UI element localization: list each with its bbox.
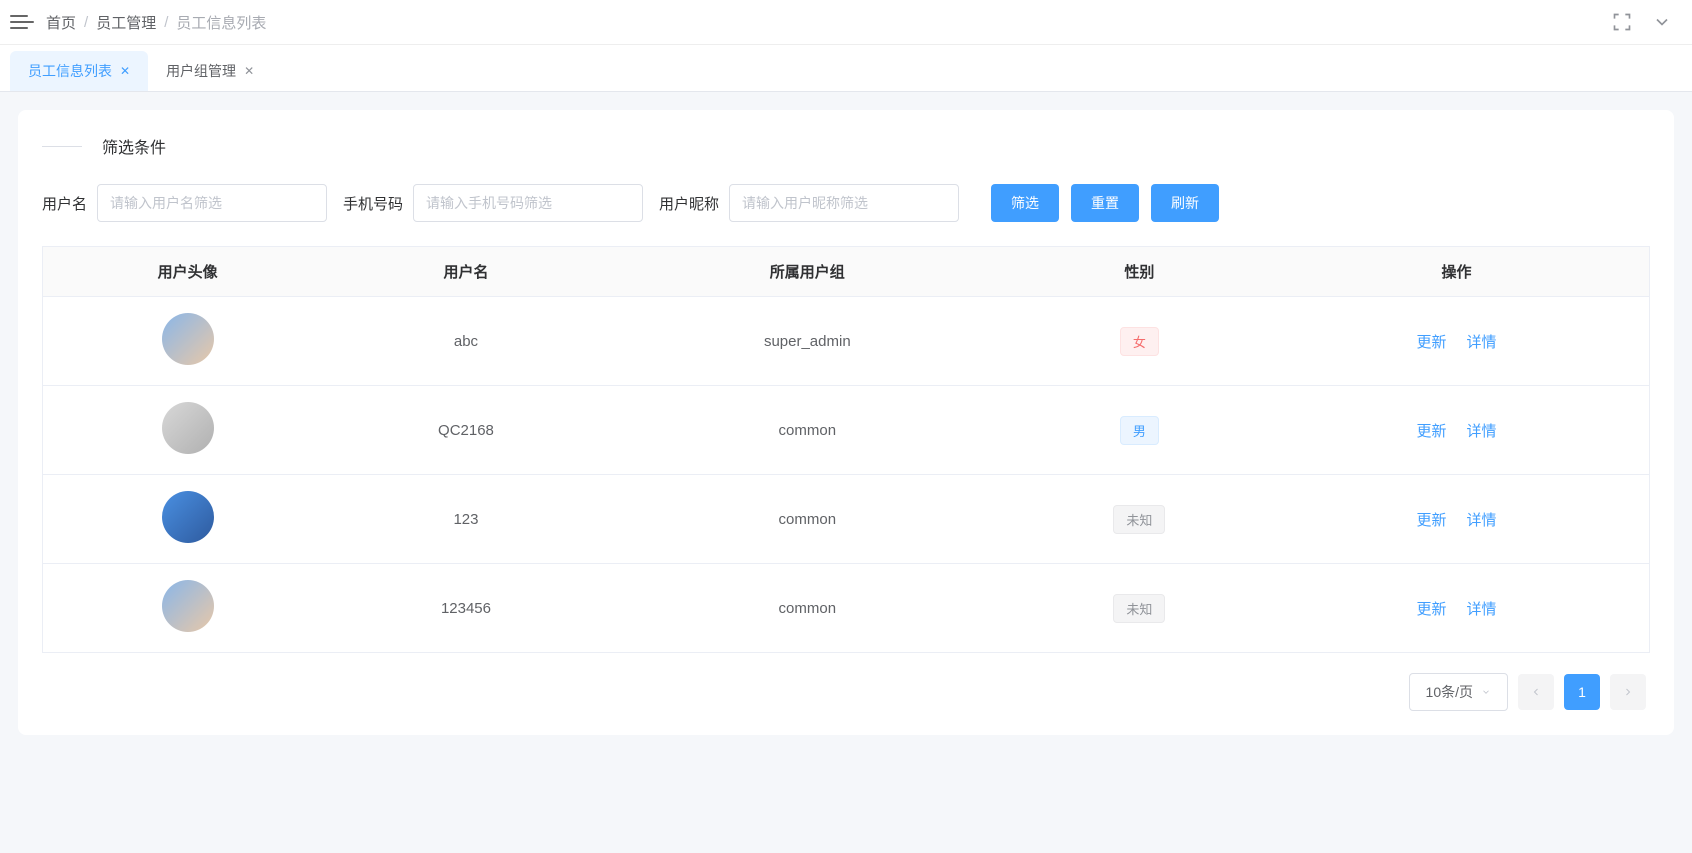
update-link[interactable]: 更新 — [1416, 420, 1446, 441]
update-link[interactable]: 更新 — [1416, 331, 1446, 352]
table-row: QC2168 common 男 更新 详情 — [43, 386, 1650, 475]
section-title: 筛选条件 — [102, 134, 166, 158]
tab-label: 用户组管理 — [166, 61, 236, 81]
close-icon[interactable]: ✕ — [120, 64, 130, 78]
breadcrumb: 首页 / 员工管理 / 员工信息列表 — [46, 12, 266, 33]
phone-input[interactable] — [413, 184, 643, 222]
cell-group: common — [600, 475, 1015, 564]
table-row: 123456 common 未知 更新 详情 — [43, 564, 1650, 653]
next-page-button[interactable] — [1610, 674, 1646, 710]
breadcrumb-home[interactable]: 首页 — [46, 12, 76, 33]
col-group: 所属用户组 — [600, 247, 1015, 297]
cell-username: 123456 — [332, 564, 600, 653]
phone-label: 手机号码 — [343, 193, 403, 214]
gender-tag: 未知 — [1113, 505, 1165, 534]
pagination: 10条/页 1 — [42, 673, 1650, 711]
avatar — [162, 402, 214, 454]
refresh-button[interactable]: 刷新 — [1151, 184, 1219, 222]
col-avatar: 用户头像 — [43, 247, 333, 297]
cell-username: 123 — [332, 475, 600, 564]
header-bar: 首页 / 员工管理 / 员工信息列表 — [0, 0, 1692, 45]
gender-tag: 未知 — [1113, 594, 1165, 623]
table-row: abc super_admin 女 更新 详情 — [43, 297, 1650, 386]
detail-link[interactable]: 详情 — [1466, 598, 1496, 619]
username-input[interactable] — [97, 184, 327, 222]
filter-button[interactable]: 筛选 — [991, 184, 1059, 222]
users-table: 用户头像 用户名 所属用户组 性别 操作 abc super_admin 女 更… — [42, 246, 1650, 653]
breadcrumb-sep: / — [84, 14, 88, 31]
menu-toggle-icon[interactable] — [10, 10, 34, 34]
detail-link[interactable]: 详情 — [1466, 509, 1496, 530]
cell-group: common — [600, 564, 1015, 653]
page-number-button[interactable]: 1 — [1564, 674, 1600, 710]
breadcrumb-sep: / — [164, 14, 168, 31]
gender-tag: 男 — [1120, 416, 1159, 445]
nickname-label: 用户昵称 — [659, 193, 719, 214]
detail-link[interactable]: 详情 — [1466, 420, 1496, 441]
content-panel: 筛选条件 用户名 手机号码 用户昵称 筛选 重置 刷新 用户头像 用户名 所属用… — [18, 110, 1674, 735]
cell-username: abc — [332, 297, 600, 386]
username-label: 用户名 — [42, 193, 87, 214]
breadcrumb-section[interactable]: 员工管理 — [96, 12, 156, 33]
update-link[interactable]: 更新 — [1416, 509, 1446, 530]
chevron-down-icon[interactable] — [1652, 12, 1672, 32]
table-row: 123 common 未知 更新 详情 — [43, 475, 1650, 564]
col-username: 用户名 — [332, 247, 600, 297]
avatar — [162, 491, 214, 543]
prev-page-button[interactable] — [1518, 674, 1554, 710]
tab-user-group[interactable]: 用户组管理 ✕ — [148, 51, 272, 91]
section-header: 筛选条件 — [42, 134, 1650, 158]
page-size-label: 10条/页 — [1426, 682, 1473, 702]
tabs-bar: 员工信息列表 ✕ 用户组管理 ✕ — [0, 45, 1692, 92]
detail-link[interactable]: 详情 — [1466, 331, 1496, 352]
avatar — [162, 313, 214, 365]
nickname-input[interactable] — [729, 184, 959, 222]
tab-employee-list[interactable]: 员工信息列表 ✕ — [10, 51, 148, 91]
breadcrumb-current: 员工信息列表 — [176, 12, 266, 33]
reset-button[interactable]: 重置 — [1071, 184, 1139, 222]
cell-username: QC2168 — [332, 386, 600, 475]
chevron-down-icon — [1481, 687, 1491, 697]
tab-label: 员工信息列表 — [28, 61, 112, 81]
cell-group: common — [600, 386, 1015, 475]
update-link[interactable]: 更新 — [1416, 598, 1446, 619]
cell-group: super_admin — [600, 297, 1015, 386]
gender-tag: 女 — [1120, 327, 1159, 356]
page-size-select[interactable]: 10条/页 — [1409, 673, 1508, 711]
col-actions: 操作 — [1264, 247, 1650, 297]
close-icon[interactable]: ✕ — [244, 64, 254, 78]
divider — [42, 146, 82, 147]
avatar — [162, 580, 214, 632]
filter-row: 用户名 手机号码 用户昵称 筛选 重置 刷新 — [42, 184, 1650, 222]
col-gender: 性别 — [1015, 247, 1264, 297]
fullscreen-icon[interactable] — [1612, 12, 1632, 32]
